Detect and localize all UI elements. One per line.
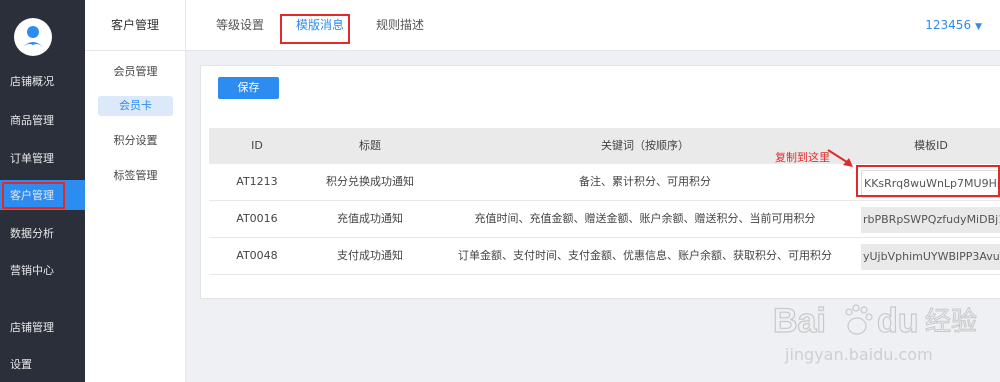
row-title: 积分兑换成功通知	[326, 175, 414, 188]
svg-text:Bai: Bai	[773, 302, 826, 340]
user-menu[interactable]: 123456 ▼	[925, 0, 982, 50]
sidebar-item-orders[interactable]: 订单管理	[0, 143, 85, 173]
table-row: AT0016 充值成功通知 充值时间、充值金额、赠送金额、账户余额、赠送积分、当…	[209, 201, 1000, 238]
row-id: AT1213	[236, 175, 278, 188]
sidebar-item-label: 店铺概况	[10, 75, 54, 88]
row-title: 充值成功通知	[337, 212, 403, 225]
customer-submenu: 客户管理 会员管理 会员卡 积分设置 标签管理	[85, 0, 186, 382]
sidebar-item-label: 商品管理	[10, 114, 54, 127]
sidebar-item-label: 店铺管理	[10, 321, 54, 334]
template-id-input[interactable]: rbPBRpSWPQzfudyMiDBj1	[861, 207, 1000, 233]
row-keywords: 订单金额、支付时间、支付金额、优惠信息、账户余额、获取积分、可用积分	[458, 249, 832, 262]
svg-text:jingyan.baidu.com: jingyan.baidu.com	[784, 345, 933, 364]
tab-rule-description[interactable]: 规则描述	[376, 0, 424, 50]
table-header-row: ID 标题 关键词（按顺序） 模板ID	[209, 128, 1000, 164]
submenu-item-member-management[interactable]: 会员管理	[98, 62, 173, 82]
sidebar-item-marketing[interactable]: 营销中心	[0, 255, 85, 285]
column-header-id: ID	[251, 139, 263, 152]
sidebar-item-label: 设置	[10, 358, 32, 371]
row-keywords: 充值时间、充值金额、赠送金额、账户余额、赠送积分、当前可用积分	[474, 212, 816, 225]
submenu-item-member-card[interactable]: 会员卡	[98, 96, 173, 116]
row-id: AT0016	[236, 212, 278, 225]
sidebar-item-label: 数据分析	[10, 227, 54, 240]
sidebar-item-analytics[interactable]: 数据分析	[0, 218, 85, 248]
highlight-box-template-id	[856, 165, 1000, 197]
svg-text:经验: 经验	[925, 307, 977, 337]
save-button[interactable]: 保存	[218, 77, 279, 99]
sidebar-item-label: 订单管理	[10, 152, 54, 165]
template-id-input[interactable]: yUjbVphimUYWBlPP3AvuT	[861, 244, 1000, 270]
column-header-template-id: 模板ID	[914, 139, 948, 152]
sidebar-item-goods[interactable]: 商品管理	[0, 105, 85, 135]
sidebar-item-label: 营销中心	[10, 264, 54, 277]
chevron-down-icon: ▼	[975, 22, 982, 32]
main-sidebar: 店铺概况 商品管理 订单管理 客户管理 数据分析 营销中心 店铺管理 设置	[0, 0, 85, 382]
submenu-item-points-settings[interactable]: 积分设置	[98, 131, 173, 151]
annotation-text: 复制到这里	[775, 151, 830, 164]
tab-level-settings[interactable]: 等级设置	[216, 0, 264, 50]
svg-text:du: du	[877, 302, 919, 340]
sidebar-item-shop-management[interactable]: 店铺管理	[0, 312, 85, 342]
submenu-item-tag-management[interactable]: 标签管理	[98, 166, 173, 186]
row-keywords: 备注、累计积分、可用积分	[579, 175, 711, 188]
row-id: AT0048	[236, 249, 278, 262]
submenu-title: 客户管理	[85, 0, 185, 51]
top-header: 等级设置 模版消息 规则描述 123456 ▼	[186, 0, 1000, 51]
column-header-title: 标题	[359, 139, 381, 152]
user-name: 123456	[925, 18, 972, 32]
sidebar-item-store-overview[interactable]: 店铺概况	[0, 66, 85, 96]
user-logo-icon	[22, 26, 44, 48]
table-row: AT0048 支付成功通知 订单金额、支付时间、支付金额、优惠信息、账户余额、获…	[209, 238, 1000, 275]
baidu-jingyan-watermark: Bai du 经验 jingyan.baidu.com	[772, 301, 977, 364]
highlight-box-customers	[2, 182, 65, 209]
highlight-box-tab	[280, 14, 350, 44]
app-logo[interactable]	[14, 18, 52, 56]
row-title: 支付成功通知	[337, 249, 403, 262]
arrow-icon	[827, 149, 853, 167]
sidebar-item-settings[interactable]: 设置	[0, 349, 85, 379]
